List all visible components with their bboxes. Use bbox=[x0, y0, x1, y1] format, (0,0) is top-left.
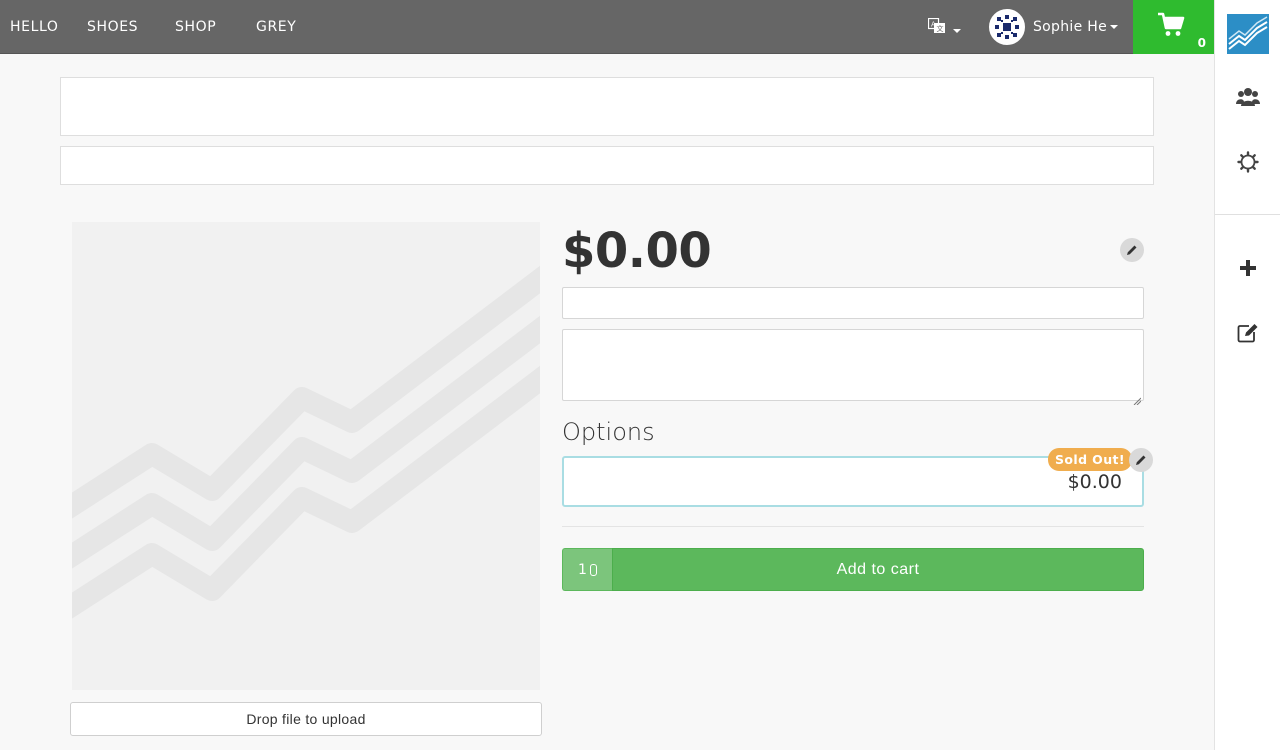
chevron-down-icon bbox=[1110, 25, 1119, 29]
cart-button[interactable]: 0 bbox=[1133, 0, 1214, 54]
avatar bbox=[989, 9, 1025, 45]
product-image-placeholder bbox=[72, 222, 540, 690]
pencil-icon[interactable] bbox=[1129, 448, 1153, 472]
gear-icon[interactable] bbox=[1233, 147, 1263, 177]
resize-grip-icon[interactable] bbox=[1133, 390, 1142, 406]
upload-button[interactable]: Drop file to upload bbox=[70, 702, 542, 736]
plus-icon[interactable] bbox=[1233, 253, 1263, 283]
nav-link-grey[interactable]: GREY bbox=[256, 0, 296, 54]
svg-text:A: A bbox=[931, 21, 936, 29]
svg-text:文: 文 bbox=[937, 24, 944, 33]
product-price: $0.00 bbox=[562, 223, 712, 279]
add-to-cart-button[interactable]: Add to cart bbox=[612, 548, 1144, 591]
shopping-cart-icon bbox=[1157, 12, 1185, 42]
sidebar-divider bbox=[1215, 214, 1280, 215]
product-breadcrumb-area[interactable] bbox=[60, 77, 1154, 136]
edit-icon[interactable] bbox=[1233, 318, 1263, 348]
user-name: Sophie He bbox=[1033, 19, 1108, 35]
translate-icon: A 文 bbox=[927, 17, 950, 38]
users-icon[interactable] bbox=[1233, 82, 1263, 112]
app-logo-icon[interactable] bbox=[1227, 14, 1269, 54]
user-menu[interactable]: Sophie He bbox=[989, 9, 1119, 45]
nav-link-shop[interactable]: SHOP bbox=[175, 0, 216, 54]
product-description-textarea[interactable] bbox=[562, 329, 1144, 406]
language-dropdown[interactable]: A 文 bbox=[927, 17, 962, 38]
top-navbar: HELLO SHOES SHOP GREY A 文 Sophie He 0 bbox=[0, 0, 1214, 54]
pencil-icon[interactable] bbox=[1120, 238, 1144, 262]
quantity-stepper[interactable]: 1 bbox=[562, 548, 612, 591]
cart-count-badge: 0 bbox=[1197, 36, 1206, 50]
nav-link-hello[interactable]: HELLO bbox=[10, 0, 59, 54]
chevron-down-icon bbox=[953, 28, 962, 33]
spinner-arrows-icon[interactable] bbox=[589, 563, 597, 576]
quantity-value: 1 bbox=[578, 561, 587, 578]
options-heading: Options bbox=[562, 418, 655, 446]
admin-sidebar bbox=[1214, 0, 1280, 750]
option-price: $0.00 bbox=[1067, 471, 1122, 493]
product-category-area[interactable] bbox=[60, 146, 1154, 185]
nav-link-shoes[interactable]: SHOES bbox=[87, 0, 138, 54]
sold-out-badge: Sold Out! bbox=[1048, 448, 1132, 471]
product-title-input[interactable] bbox=[562, 287, 1144, 319]
divider bbox=[562, 526, 1144, 527]
